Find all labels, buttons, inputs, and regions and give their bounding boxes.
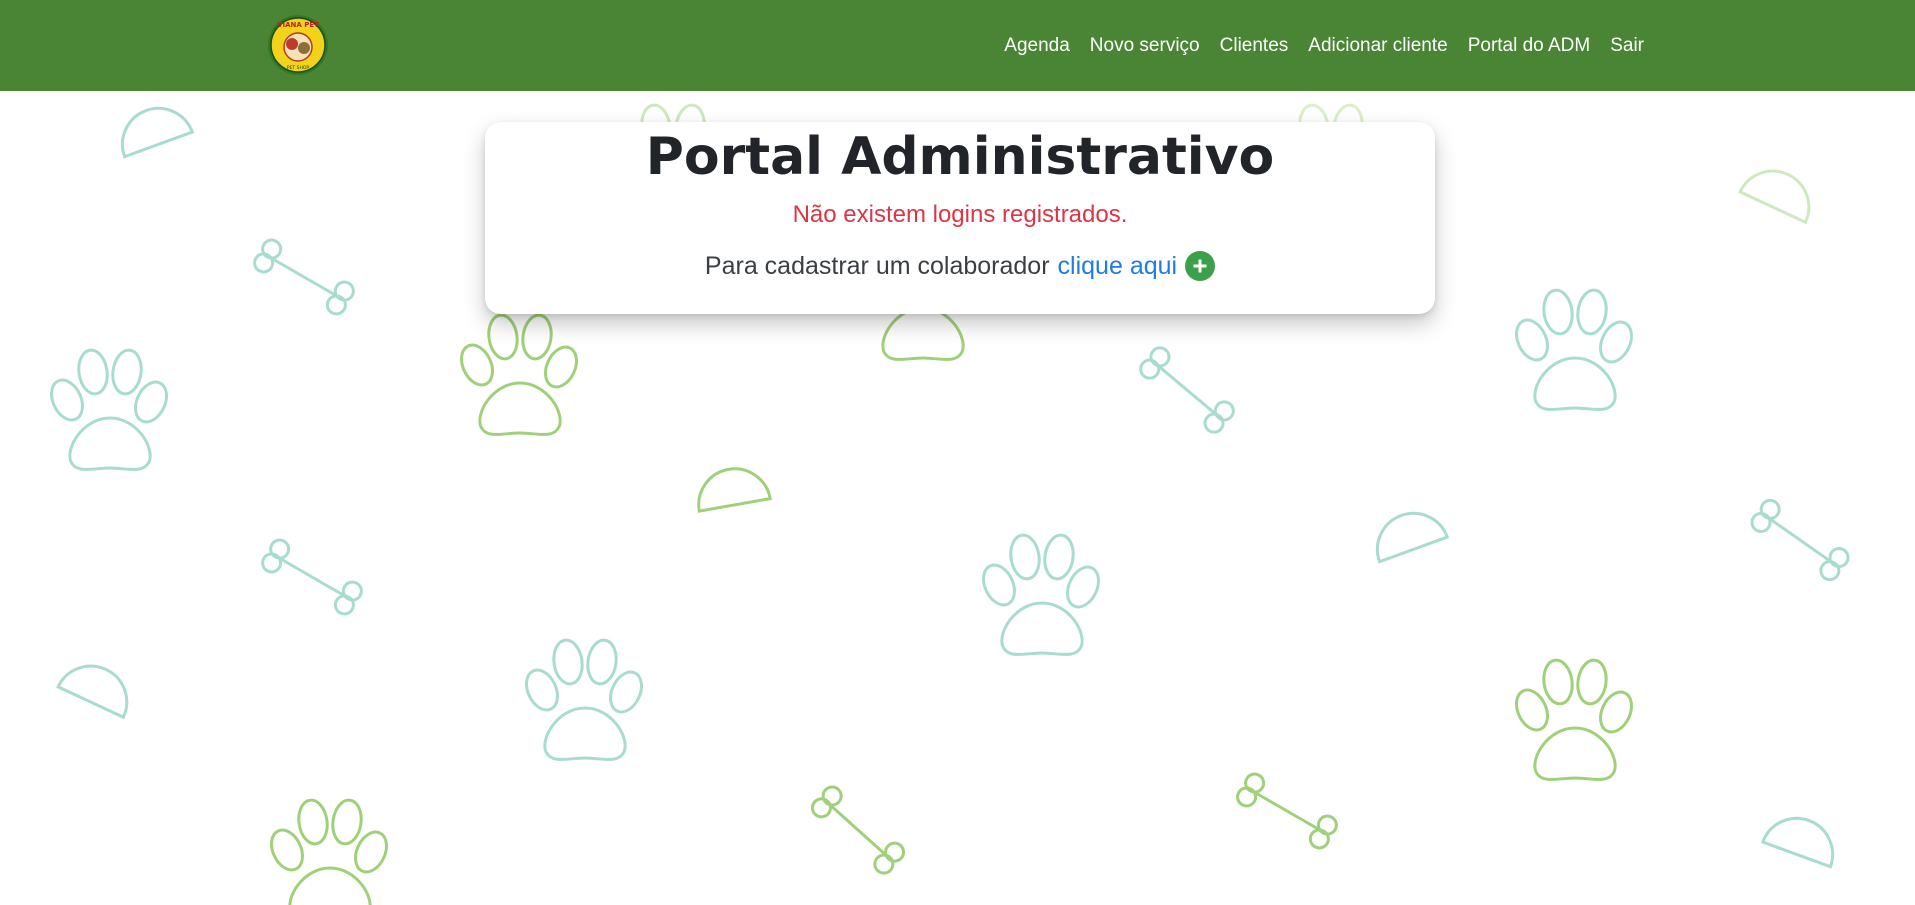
- bone-icon: [807, 781, 909, 879]
- paw-print-icon: [1508, 656, 1640, 781]
- admin-portal-card: Portal Administrativo Não existem logins…: [485, 122, 1435, 314]
- bone-icon: [1746, 495, 1854, 585]
- bone-icon: [1232, 769, 1342, 853]
- bone-icon: [1135, 342, 1239, 438]
- nav-link-adicionar-cliente[interactable]: Adicionar cliente: [1308, 35, 1447, 57]
- nav-link-portal-adm[interactable]: Portal do ADM: [1468, 35, 1591, 57]
- bowl-icon: [1365, 501, 1449, 564]
- register-collaborator-link[interactable]: clique aqui: [1058, 252, 1178, 281]
- nav-link-sair[interactable]: Sair: [1610, 35, 1644, 57]
- bowl-icon: [1738, 157, 1823, 224]
- top-navbar: VIANA PET PET SHOP Agenda Novo serviço C…: [0, 0, 1915, 91]
- nav-link-novo-servico[interactable]: Novo serviço: [1090, 35, 1200, 57]
- paw-print-icon: [1508, 286, 1640, 411]
- nav-link-agenda[interactable]: Agenda: [1004, 35, 1070, 57]
- logo-subtext: PET SHOP: [287, 65, 310, 71]
- paw-print-icon: [43, 346, 175, 471]
- paw-print-icon: [263, 796, 395, 905]
- bowl-icon: [691, 461, 772, 513]
- nav-menu: Agenda Novo serviço Clientes Adicionar c…: [1004, 0, 1644, 91]
- viana-pet-logo-icon[interactable]: VIANA PET PET SHOP: [267, 14, 329, 76]
- paw-print-icon: [518, 636, 650, 761]
- plus-circle-icon[interactable]: [1185, 251, 1216, 281]
- bowl-icon: [56, 652, 141, 719]
- bowl-icon: [1761, 806, 1845, 869]
- paw-print-icon: [975, 531, 1107, 656]
- register-collaborator-text: Para cadastrar um colaborador: [704, 251, 1050, 280]
- page-title: Portal Administrativo: [645, 127, 1275, 187]
- register-collaborator-row: Para cadastrar um colaborador clique aqu…: [485, 251, 1435, 281]
- logo-text: VIANA PET: [277, 21, 319, 29]
- bone-icon: [257, 535, 367, 619]
- bowl-icon: [110, 96, 194, 159]
- paw-print-icon: [453, 311, 585, 436]
- nav-link-clientes[interactable]: Clientes: [1220, 35, 1289, 57]
- bone-icon: [249, 235, 359, 319]
- no-logins-message: Não existem logins registrados.: [792, 201, 1128, 228]
